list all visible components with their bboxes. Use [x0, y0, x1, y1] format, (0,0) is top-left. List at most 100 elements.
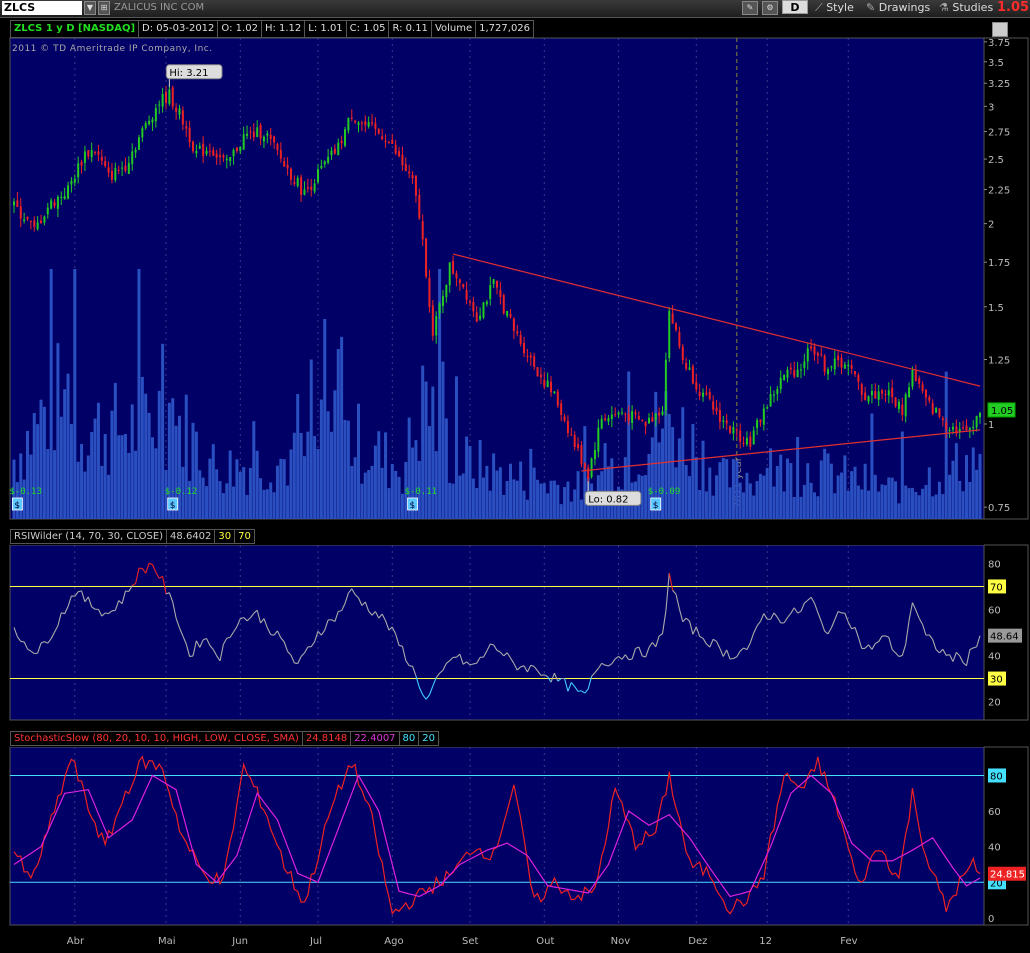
candle-body [428, 278, 431, 308]
y-tick-label: 2.75 [988, 128, 1010, 139]
candle-body [675, 323, 678, 331]
volume-bar [427, 426, 431, 519]
y-tick-label: 1 [988, 420, 994, 431]
rsi-line-segment [270, 634, 275, 636]
copyright: 2011 © TD Ameritrade IP Company, Inc. [12, 44, 213, 54]
volume-bar [542, 483, 546, 519]
candle-body [877, 391, 880, 400]
candle-body [110, 170, 113, 180]
candle-body [918, 378, 921, 384]
last-price-marker-label: 1.05 [991, 406, 1013, 417]
candle-body [695, 381, 698, 390]
candle-body [914, 370, 917, 381]
candle-body [593, 450, 596, 460]
candle-body [421, 221, 424, 240]
candle-body [766, 407, 769, 409]
volume-bar [498, 467, 502, 519]
volume-bar [107, 474, 111, 519]
candle-body [583, 463, 586, 469]
volume-bar [552, 480, 556, 519]
volume-bar [775, 465, 779, 519]
volume-bar [502, 494, 506, 519]
candle-body [175, 107, 178, 112]
volume-bar [897, 503, 901, 519]
candle-body [901, 404, 904, 415]
candle-body [259, 124, 262, 139]
volume-bar [948, 474, 952, 519]
close-readout: C: 1.05 [345, 20, 390, 38]
chart-settings-icon[interactable] [992, 22, 1008, 37]
candle-body [908, 387, 911, 398]
candle-body [171, 87, 174, 107]
candle-body [570, 434, 573, 436]
chart-canvas[interactable]: 2011 year3.753.53.2532.752.52.2521.751.5… [0, 0, 1030, 953]
candle-body [242, 134, 245, 150]
rsi-line-segment [125, 590, 129, 593]
volume-bar [860, 489, 864, 519]
x-tick-label: Out [536, 936, 554, 947]
dividend-label: $-0.11 [405, 487, 438, 497]
chart-title: ZLCS 1 y D [NASDAQ] [10, 20, 140, 38]
candle-body [715, 407, 718, 412]
volume-bar [471, 478, 475, 519]
volume-bar [691, 423, 695, 519]
candle-body [867, 396, 870, 402]
candle-body [323, 161, 326, 165]
candle-body [185, 126, 188, 129]
candle-body [742, 442, 745, 444]
volume-bar [201, 477, 205, 519]
volume-bar [384, 432, 388, 519]
candle-body [87, 150, 90, 157]
volume-bar [840, 472, 844, 519]
candle-body [151, 119, 154, 123]
volume-bar [937, 481, 941, 519]
x-tick-label: Jun [231, 936, 248, 947]
candle-body [496, 280, 498, 288]
candle-body [316, 169, 319, 183]
volume-bar [333, 390, 337, 519]
volume-bar [434, 451, 438, 519]
volume-bar [688, 476, 692, 519]
candle-body [658, 412, 661, 416]
candle-body [769, 393, 772, 407]
volume-bar [367, 470, 371, 519]
candle-body [300, 176, 303, 195]
stoch-study-name[interactable]: StochasticSlow (80, 20, 10, 10, HIGH, LO… [10, 731, 303, 746]
candle-body [161, 94, 164, 107]
candle-body [219, 155, 222, 157]
candle-body [783, 375, 786, 381]
x-tick-label: Nov [611, 936, 631, 947]
candle-body [364, 121, 367, 126]
volume-bar [975, 469, 979, 519]
volume-bar [931, 496, 935, 519]
candle-body [827, 369, 830, 375]
volume-bar [900, 431, 904, 519]
candle-body [820, 353, 823, 355]
candle-body [16, 200, 19, 208]
volume-bar [86, 455, 90, 519]
volume-bar [853, 466, 857, 519]
candle-body [543, 379, 546, 387]
volume-bar [431, 386, 435, 519]
rsi-study-name[interactable]: RSIWilder (14, 70, 30, CLOSE) [10, 529, 168, 544]
volume-bar [56, 343, 60, 519]
candle-body [246, 133, 249, 136]
volume-bar [833, 493, 837, 519]
candle-body [887, 390, 890, 396]
volume-bar [309, 359, 313, 519]
candle-body [212, 149, 215, 156]
candle-body [198, 146, 201, 149]
candle-body [512, 318, 515, 331]
volume-bar [397, 476, 401, 519]
candle-body [793, 370, 796, 377]
volume-bar [758, 473, 762, 519]
volume-bar [681, 407, 685, 519]
volume-bar [802, 484, 806, 519]
candle-body [806, 348, 809, 362]
y-tick-label: 0.75 [988, 503, 1010, 514]
candle-body [634, 412, 637, 415]
candle-body [644, 422, 647, 427]
open-readout: O: 1.02 [217, 20, 262, 38]
candle-body [759, 419, 762, 423]
candle-body [688, 367, 691, 370]
